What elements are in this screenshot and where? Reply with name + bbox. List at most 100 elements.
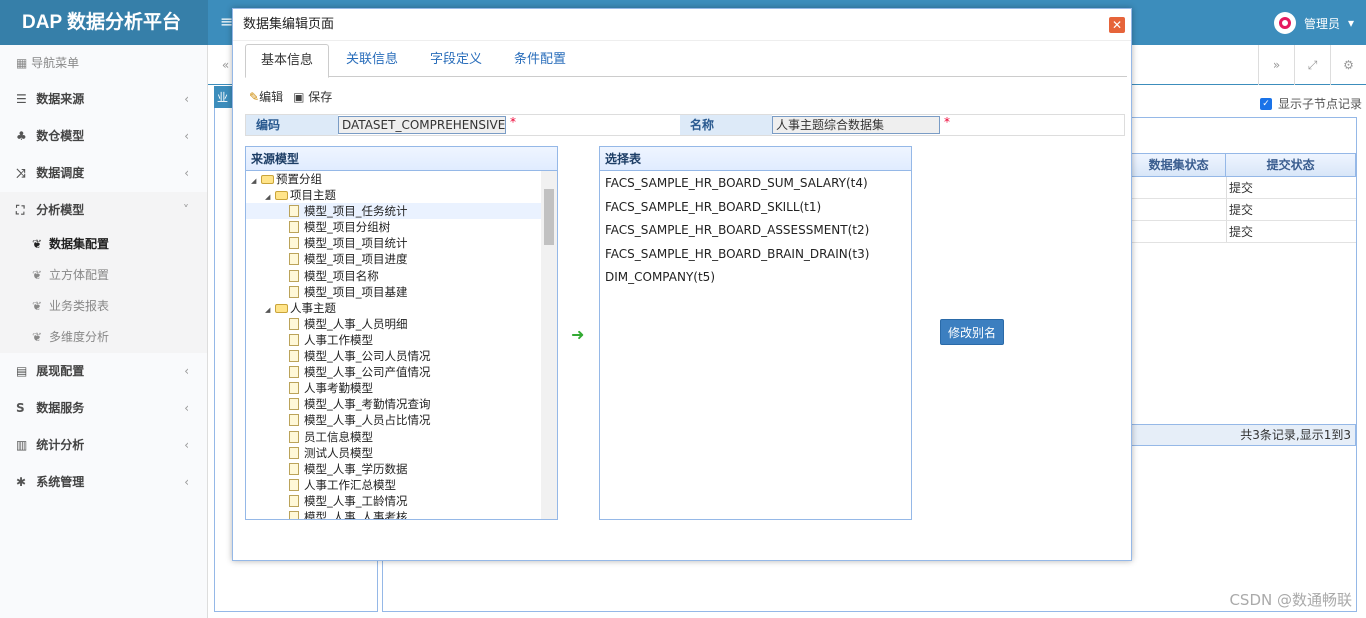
tree-node[interactable]: 模型_项目_项目统计 (246, 235, 541, 251)
settings-icon[interactable]: ⚙ (1330, 45, 1366, 85)
leaf-icon: ❦ (32, 268, 43, 282)
save-button[interactable]: ▣ 保存 (293, 88, 332, 105)
tree-folder[interactable]: ◢ 人事主题 (246, 300, 541, 316)
leaf-icon: ❦ (32, 237, 43, 251)
selected-table-item[interactable]: FACS_SAMPLE_HR_BOARD_SKILL(t1) (600, 196, 911, 220)
source-model-title: 来源模型 (246, 147, 557, 171)
tree-node[interactable]: 模型_人事_考勤情况查询 (246, 396, 541, 412)
file-icon (289, 494, 299, 507)
sidebar-item-statistics[interactable]: ▥ 统计分析 ‹ (0, 427, 207, 464)
tree-node[interactable]: 模型_项目名称 (246, 268, 541, 284)
caret-down-icon: ▾ (1347, 16, 1354, 30)
tree-node[interactable]: 模型_项目_项目进度 (246, 251, 541, 267)
file-icon (289, 414, 299, 427)
fullscreen-icon[interactable]: ⤢ (1294, 45, 1330, 85)
file-icon (289, 510, 299, 519)
file-icon (289, 382, 299, 395)
pagination-info: 共3条记录,显示1到3 (1131, 424, 1356, 446)
sidebar-item-scheduling[interactable]: ⤨ 数据调度 ‹ (0, 155, 207, 192)
sidebar-header: ▦ 导航菜单 (16, 56, 80, 70)
sidebar-sub-multidim-analysis[interactable]: ❦ 多维度分析 (0, 322, 207, 353)
tree-node[interactable]: 测试人员模型 (246, 445, 541, 461)
sidebar-sub-cube-config[interactable]: ❦ 立方体配置 (0, 260, 207, 291)
tree-node[interactable]: 模型_项目分组树 (246, 219, 541, 235)
show-child-records-checkbox[interactable]: ✓ 显示子节点记录 (1260, 95, 1362, 112)
watermark: CSDN @数通畅联 (1229, 591, 1352, 609)
sidebar-item-data-service[interactable]: S 数据服务 ‹ (0, 390, 207, 427)
sidebar-item-display-config[interactable]: ▤ 展现配置 ‹ (0, 353, 207, 390)
selected-table-item[interactable]: FACS_SAMPLE_HR_BOARD_SUM_SALARY(t4) (600, 172, 911, 196)
tree-node[interactable]: 模型_项目_任务统计 (246, 203, 541, 220)
tab-condition-config[interactable]: 条件配置 (499, 44, 581, 76)
file-icon (289, 462, 299, 475)
file-icon (289, 269, 299, 282)
close-icon[interactable]: ✕ (1109, 17, 1125, 33)
tree-node[interactable]: 模型_人事_人员占比情况 (246, 412, 541, 428)
file-icon (289, 253, 299, 266)
expand-triangle-icon[interactable]: ◢ (265, 189, 275, 205)
sidebar-sub-dataset-config[interactable]: ❦ 数据集配置 (0, 229, 207, 260)
tab-field-definition[interactable]: 字段定义 (415, 44, 497, 76)
tree-node[interactable]: 模型_人事_人员明细 (246, 316, 541, 332)
selected-table-item[interactable]: FACS_SAMPLE_HR_BOARD_ASSESSMENT(t2) (600, 219, 911, 243)
tree-node[interactable]: 人事工作汇总模型 (246, 477, 541, 493)
sidebar-item-analysis-model[interactable]: ⛶ 分析模型 ˅ (0, 192, 207, 229)
expand-triangle-icon[interactable]: ◢ (251, 173, 261, 189)
folder-icon (261, 175, 274, 184)
table-row[interactable]: 提交 (1131, 221, 1356, 243)
app-logo[interactable]: DAP 数据分析平台 (0, 0, 208, 45)
tree-scrollbar[interactable] (541, 171, 557, 519)
gear-icon: ✱ (16, 475, 27, 489)
tree-node[interactable]: 员工信息模型 (246, 429, 541, 445)
dialog-title: 数据集编辑页面 ✕ (233, 9, 1131, 41)
selected-table-item[interactable]: FACS_SAMPLE_HR_BOARD_BRAIN_DRAIN(t3) (600, 243, 911, 267)
tree-node[interactable]: 模型_人事_公司人员情况 (246, 348, 541, 364)
sidebar-sub-business-report[interactable]: ❦ 业务类报表 (0, 291, 207, 322)
code-input[interactable]: DATASET_COMPREHENSIVE (338, 116, 506, 134)
selected-table-item[interactable]: DIM_COMPANY(t5) (600, 266, 911, 290)
tree-node[interactable]: 人事考勤模型 (246, 380, 541, 396)
tree-node[interactable]: 模型_人事_学历数据 (246, 461, 541, 477)
random-icon: ⤨ (16, 166, 26, 180)
tab-relation-info[interactable]: 关联信息 (331, 44, 413, 76)
rename-alias-button[interactable]: 修改别名 (940, 319, 1004, 345)
table-row[interactable]: 提交 (1131, 199, 1356, 221)
expand-triangle-icon[interactable]: ◢ (265, 302, 275, 318)
edit-button[interactable]: ✎编辑 (249, 88, 283, 105)
tree-node[interactable]: 人事工作模型 (246, 332, 541, 348)
code-label: 编码 (246, 115, 338, 135)
source-model-tree: ◢ 预置分组 ◢ 项目主题 模型_项目_任务统计 模型_项目分组树 模型_项目_项目统计 模型… (246, 171, 541, 519)
tree-folder[interactable]: ◢ 预置分组 (246, 171, 541, 187)
scroll-right-icon[interactable]: » (1258, 45, 1294, 85)
file-icon (289, 333, 299, 346)
sidebar-item-system[interactable]: ✱ 系统管理 ‹ (0, 464, 207, 501)
dataset-edit-dialog: 数据集编辑页面 ✕ 基本信息 关联信息 字段定义 条件配置 ✎编辑 ▣ 保存 编… (232, 8, 1132, 561)
tree-node[interactable]: 模型_人事_公司产值情况 (246, 364, 541, 380)
tree-node[interactable]: 模型_人事_人事考核 (246, 509, 541, 519)
folder-icon (275, 191, 288, 201)
tree-node[interactable]: 模型_人事_工龄情况 (246, 493, 541, 509)
file-icon (289, 317, 299, 330)
user-menu[interactable]: 管理员 ▾ (1273, 12, 1354, 34)
file-icon (289, 446, 299, 459)
sidebar-item-warehouse-model[interactable]: ♣ 数仓模型 ‹ (0, 118, 207, 155)
tree-node[interactable]: 模型_项目_项目基建 (246, 284, 541, 300)
file-icon (289, 205, 299, 218)
add-arrow-icon[interactable]: ➜ (571, 325, 584, 344)
tab-basic-info[interactable]: 基本信息 (245, 44, 330, 78)
table-row[interactable]: 提交 (1131, 177, 1356, 199)
sidebar: ▦ 导航菜单 ☰ 数据来源 ‹ ♣ 数仓模型 ‹ ⤨ 数据调度 ‹ ⛶ 分析模型 ˅ ❦… (0, 45, 208, 618)
grid-icon: ▦ (16, 56, 32, 70)
folder-icon (275, 303, 288, 313)
leaf-icon: ❦ (32, 330, 43, 344)
background-table: 数据集状态 提交状态 提交 提交 提交 (1131, 153, 1356, 243)
file-icon (289, 430, 299, 443)
sidebar-item-data-source[interactable]: ☰ 数据来源 ‹ (0, 81, 207, 118)
bar-chart-icon: ▥ (16, 438, 28, 452)
name-input[interactable]: 人事主题综合数据集 (772, 116, 940, 134)
file-icon (289, 366, 299, 379)
dialog-toolbar: ✎编辑 ▣ 保存 (249, 88, 332, 105)
tree-folder[interactable]: ◢ 项目主题 (246, 187, 541, 203)
leaf-icon: ❦ (32, 299, 43, 313)
file-icon (289, 398, 299, 411)
